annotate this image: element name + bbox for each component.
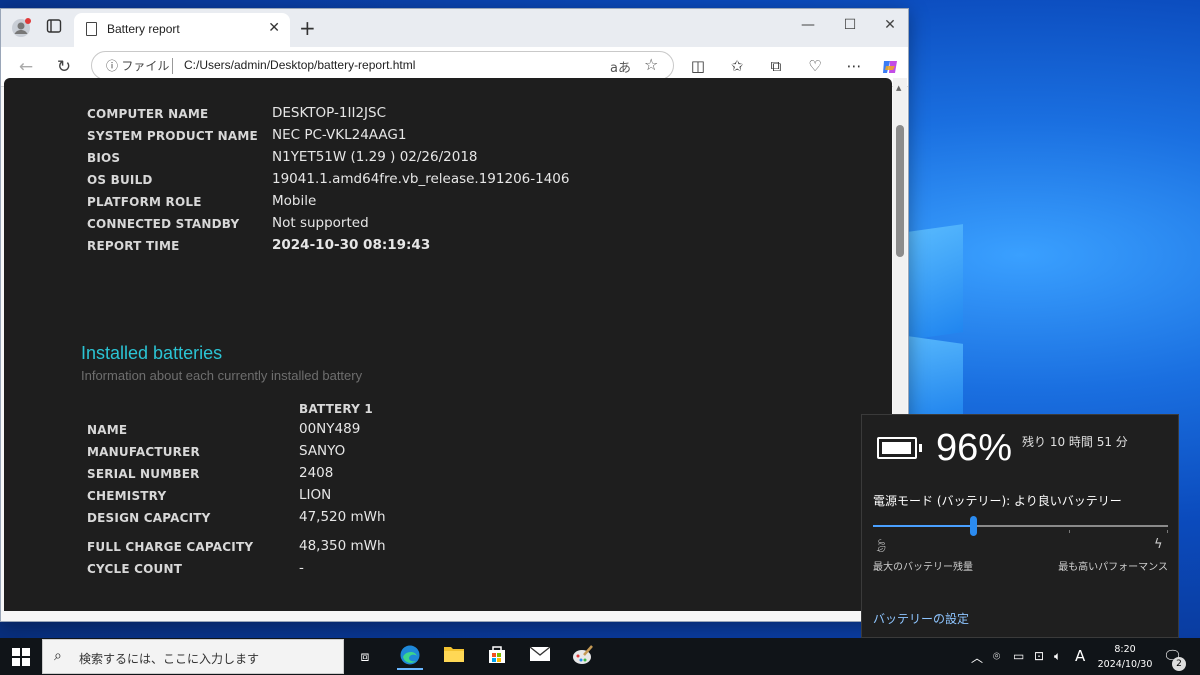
system-value: Mobile <box>272 193 317 209</box>
browser-essentials-icon[interactable]: ♡ <box>804 57 826 75</box>
camera-icon[interactable]: ⌾ <box>993 649 1000 664</box>
close-window-icon[interactable]: ✕ <box>875 17 905 33</box>
best-battery-label: 最大のバッテリー残量 <box>873 562 973 573</box>
favorites-icon[interactable]: ✩ <box>726 57 748 75</box>
battery-value: SANYO <box>299 443 346 459</box>
system-key: REPORT TIME <box>87 239 180 253</box>
divider <box>172 58 173 74</box>
minimize-icon[interactable]: — <box>793 17 823 33</box>
best-performance-label: 最も高いパフォーマンス <box>1058 562 1168 573</box>
battery-key: DESIGN CAPACITY <box>87 511 211 525</box>
system-value: 19041.1.amd64fre.vb_release.191206-1406 <box>272 171 570 187</box>
battery-settings-link[interactable]: バッテリーの設定 <box>873 610 969 627</box>
paint-icon[interactable] <box>570 644 596 670</box>
address-bar[interactable]: ⓘ ファイル C:/Users/admin/Desktop/battery-re… <box>91 51 674 80</box>
system-key: OS BUILD <box>87 173 153 187</box>
profile-icon[interactable] <box>11 18 31 38</box>
battery-value: 2408 <box>299 465 334 481</box>
battery-value: 00NY489 <box>299 421 361 437</box>
battery-key: MANUFACTURER <box>87 445 200 459</box>
battery-icon <box>877 437 917 459</box>
show-hidden-icons[interactable]: ︿ <box>971 649 983 666</box>
scrollbar-thumb[interactable] <box>896 125 904 257</box>
start-button[interactable] <box>12 648 30 666</box>
battery-level-fill <box>882 442 911 454</box>
close-tab-icon[interactable]: ✕ <box>268 20 280 36</box>
power-mode-slider-thumb[interactable] <box>970 516 978 536</box>
network-icon[interactable]: ⊡ <box>1034 649 1044 663</box>
battery-icon-tip <box>919 444 922 452</box>
search-placeholder: 検索するには、ここに入力します <box>79 652 260 666</box>
battery-key: CHEMISTRY <box>87 489 167 503</box>
battery-percent: 96% <box>936 427 1013 469</box>
battery-key: SERIAL NUMBER <box>87 467 200 481</box>
new-tab-icon[interactable]: + <box>299 16 316 40</box>
installed-batteries-subtitle: Information about each currently install… <box>81 368 363 383</box>
volume-icon[interactable]: 🔈︎ <box>1054 649 1061 664</box>
system-key: CONNECTED STANDBY <box>87 217 240 231</box>
tab-actions-icon[interactable] <box>44 18 64 38</box>
battery-column-header: BATTERY 1 <box>299 402 373 416</box>
more-options-icon[interactable]: ⋯ <box>843 57 865 75</box>
url-text: C:/Users/admin/Desktop/battery-report.ht… <box>184 58 416 72</box>
ime-indicator[interactable]: A <box>1075 647 1085 665</box>
report-time-value: 2024-10-30 08:19:43 <box>272 237 431 253</box>
system-value: NEC PC-VKL24AAG1 <box>272 127 407 143</box>
slider-tick <box>1167 530 1168 533</box>
scroll-up-icon[interactable]: ▲ <box>896 84 901 92</box>
split-screen-icon[interactable]: ◫ <box>687 57 709 75</box>
battery-key: FULL CHARGE CAPACITY <box>87 540 254 554</box>
battery-value: - <box>299 560 304 576</box>
read-aloud-icon[interactable]: aあ <box>610 57 631 76</box>
battery-key: CYCLE COUNT <box>87 562 183 576</box>
battery-key: NAME <box>87 423 128 437</box>
lightning-icon: ϟ <box>1154 537 1163 552</box>
clock-time: 8:20 <box>1114 644 1136 655</box>
battery-value: 47,520 mWh <box>299 509 386 525</box>
leaf-icon: 🍃︎ <box>873 539 890 554</box>
tab-battery-report[interactable]: Battery report ✕ <box>74 13 290 47</box>
file-explorer-icon[interactable] <box>441 644 467 670</box>
page-icon <box>86 22 97 36</box>
installed-batteries-heading: Installed batteries <box>81 343 223 363</box>
collections-icon[interactable]: ⧉ <box>765 57 787 75</box>
site-info-label: ファイル <box>121 59 170 73</box>
time-remaining: 残り 10 時間 51 分 <box>1022 435 1128 449</box>
refresh-icon[interactable]: ↻ <box>53 57 75 77</box>
edge-icon[interactable] <box>397 644 423 670</box>
microsoft-store-icon[interactable] <box>484 644 510 670</box>
clock[interactable]: 8:20 2024/10/30 <box>1090 642 1160 672</box>
site-info[interactable]: ⓘ ファイル <box>106 57 169 74</box>
mail-icon[interactable] <box>527 644 553 670</box>
taskbar-search[interactable]: ⌕ 検索するには、ここに入力します <box>42 639 344 674</box>
title-bar: Battery report ✕ + — ☐ ✕ <box>1 9 908 47</box>
system-key: BIOS <box>87 151 121 165</box>
maximize-icon[interactable]: ☐ <box>835 17 865 33</box>
back-icon[interactable]: ← <box>15 57 37 77</box>
favorite-star-icon[interactable]: ☆ <box>644 55 658 74</box>
tab-title: Battery report <box>107 22 180 36</box>
windows-logo-pane <box>908 224 963 340</box>
battery-flyout: 96% 残り 10 時間 51 分 電源モード (バッテリー): より良いバッテ… <box>861 414 1179 638</box>
battery-report-page: COMPUTER NAME DESKTOP-1II2JSC SYSTEM PRO… <box>4 78 892 611</box>
system-value: DESKTOP-1II2JSC <box>272 105 387 121</box>
system-key: PLATFORM ROLE <box>87 195 202 209</box>
search-icon: ⌕ <box>54 648 62 664</box>
battery-value: 48,350 mWh <box>299 538 386 554</box>
system-key: SYSTEM PRODUCT NAME <box>87 129 258 143</box>
system-value: N1YET51W (1.29 ) 02/26/2018 <box>272 149 478 165</box>
taskbar: ⌕ 検索するには、ここに入力します ⧈ ︿ ⌾ ▭ ⊡ 🔈︎ A 8:20 20… <box>0 638 1200 675</box>
slider-tick <box>1069 530 1070 533</box>
notification-count: 2 <box>1172 657 1186 671</box>
task-view-icon[interactable]: ⧈ <box>352 644 378 670</box>
system-key: COMPUTER NAME <box>87 107 209 121</box>
power-mode-slider-fill <box>873 525 974 527</box>
windows-logo-pane <box>908 336 963 422</box>
system-value: Not supported <box>272 215 369 231</box>
battery-tray-icon[interactable]: ▭ <box>1013 649 1024 663</box>
battery-value: LION <box>299 487 332 503</box>
clock-date: 2024/10/30 <box>1097 659 1153 670</box>
power-mode-label: 電源モード (バッテリー): より良いバッテリー <box>873 494 1122 508</box>
